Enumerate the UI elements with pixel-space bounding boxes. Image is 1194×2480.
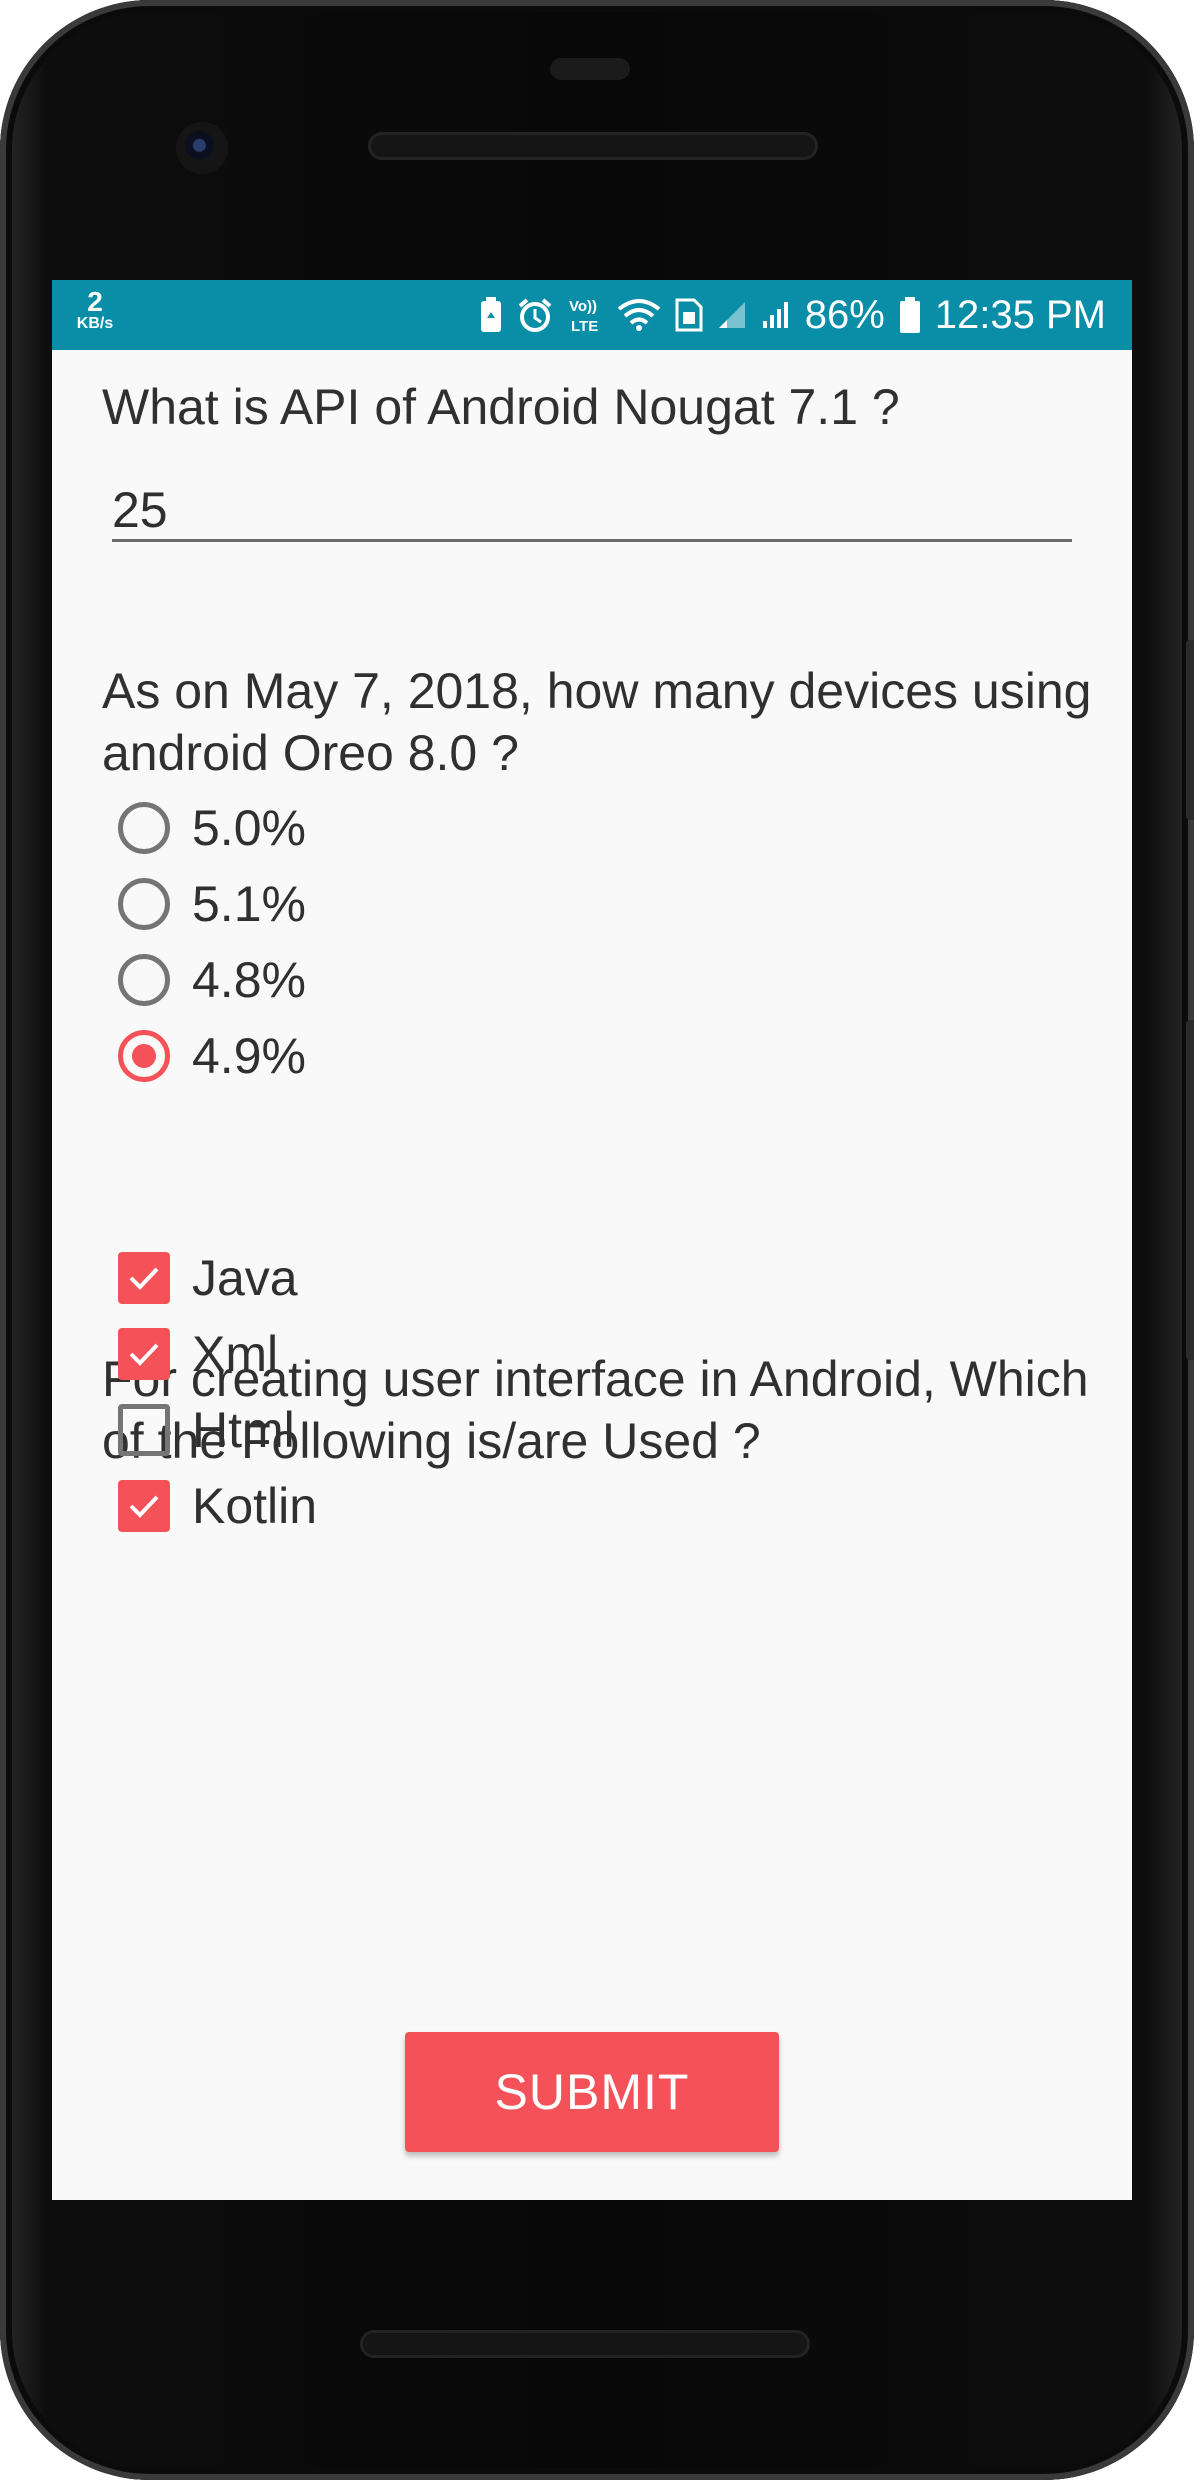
checkbox-label: Java [192,1250,298,1306]
radio-option-4-8[interactable]: 4.8% [118,945,306,1015]
question-oreo-usage: As on May 7, 2018, how many devices usin… [102,663,1092,781]
signal-icon [761,300,791,330]
checkbox-kotlin[interactable]: Kotlin [118,1471,317,1541]
sim-card-icon [675,298,703,332]
battery-icon [899,296,921,334]
clock: 12:35 PM [934,292,1106,337]
checkbox-html[interactable]: Html [118,1395,295,1465]
radio-label: 5.0% [192,800,306,856]
checkbox-label: Html [192,1402,295,1458]
volume-rocker [1186,1020,1194,1360]
radio-label: 4.8% [192,952,306,1008]
power-button [1186,640,1194,820]
checkbox-checked[interactable] [118,1480,170,1532]
status-icons: Vo)) LTE 86% 12:35 PM [479,280,1106,350]
radio-option-5-0[interactable]: 5.0% [118,793,306,863]
proximity-sensor [550,58,630,80]
battery-percent: 86% [804,292,885,337]
app-screen: 2 KB/s Vo)) LTE 86% 12:35 PM What is API… [52,280,1132,2200]
api-answer-input[interactable] [112,480,1072,542]
battery-saver-icon [479,296,503,334]
question-api-nougat: What is API of Android Nougat 7.1 ? [102,379,900,435]
phone-frame: 2 KB/s Vo)) LTE 86% 12:35 PM What is API… [0,0,1194,2480]
checkbox-checked[interactable] [118,1328,170,1380]
radio-label: 5.1% [192,876,306,932]
radio-option-5-1[interactable]: 5.1% [118,869,306,939]
checkbox-checked[interactable] [118,1252,170,1304]
radio-label: 4.9% [192,1028,306,1084]
svg-text:LTE: LTE [571,318,598,335]
bottom-speaker [360,2330,810,2358]
network-speed-value: 2 [87,286,103,317]
checkmark-icon [129,1495,159,1518]
radio-button[interactable] [118,802,170,854]
status-bar: 2 KB/s Vo)) LTE 86% 12:35 PM [52,280,1132,350]
checkbox-unchecked[interactable] [118,1404,170,1456]
checkbox-xml[interactable]: Xml [118,1319,278,1389]
network-speed-unit: KB/s [76,315,114,332]
checkmark-icon [129,1267,159,1290]
radio-button[interactable] [118,878,170,930]
submit-button[interactable]: SUBMIT [405,2032,779,2152]
checkbox-label: Kotlin [192,1478,318,1534]
radio-button-selected[interactable] [118,1030,170,1082]
checkmark-icon [129,1343,159,1366]
radio-option-4-9[interactable]: 4.9% [118,1021,306,1091]
signal-weak-icon [717,300,747,330]
network-speed: 2 KB/s [70,288,120,332]
alarm-icon [517,297,553,333]
volte-icon: Vo)) LTE [567,295,603,335]
earpiece-speaker [368,132,818,160]
wifi-icon [617,297,661,333]
checkbox-label: Xml [192,1326,279,1382]
radio-button[interactable] [118,954,170,1006]
checkbox-java[interactable]: Java [118,1243,298,1313]
svg-text:Vo)): Vo)) [569,298,597,315]
front-camera [176,122,228,174]
